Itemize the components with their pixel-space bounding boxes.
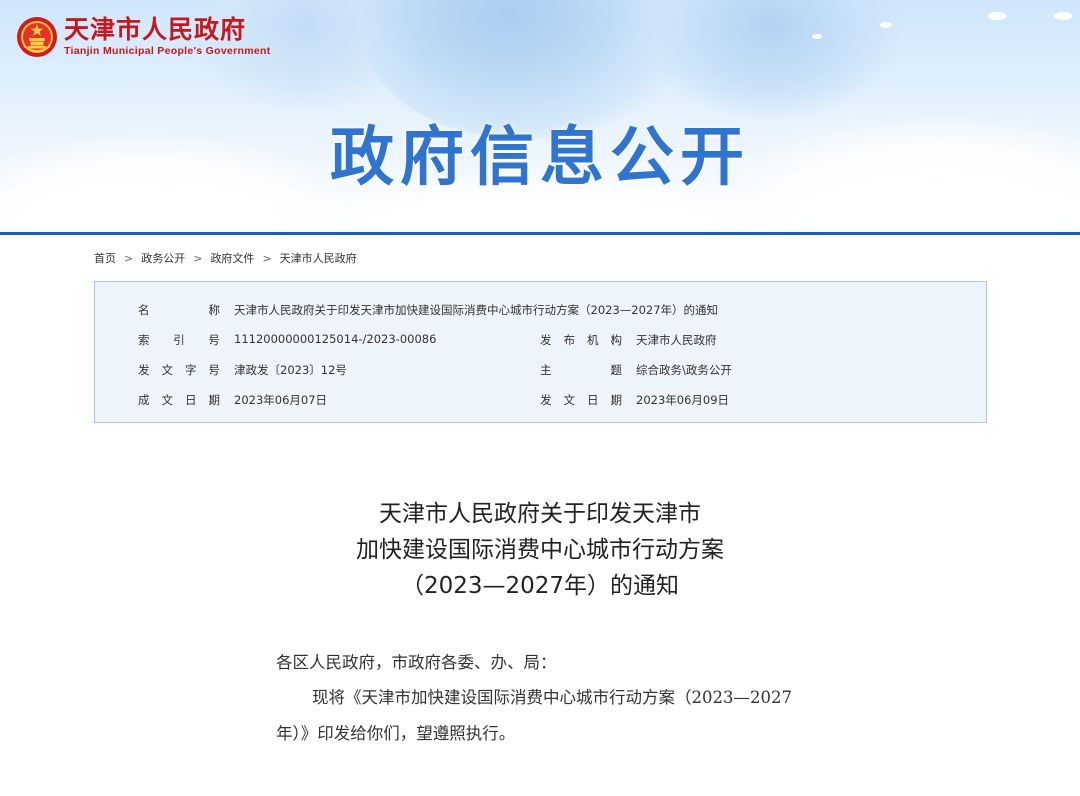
breadcrumb-separator: > bbox=[193, 251, 203, 265]
document-title-line: 天津市人民政府关于印发天津市 bbox=[379, 501, 701, 527]
info-colon: ： bbox=[208, 303, 220, 317]
document-paragraph: 现将《天津市加快建设国际消费中心城市行动方案（2023—2027年）》印发给你们… bbox=[276, 688, 792, 743]
document-info-table: 名称 ： 天津市人民政府关于印发天津市加快建设国际消费中心城市行动方案（2023… bbox=[94, 281, 987, 423]
dove-icon bbox=[812, 34, 822, 39]
info-value-name: 天津市人民政府关于印发天津市加快建设国际消费中心城市行动方案（2023—2027… bbox=[234, 303, 719, 317]
info-row-name: 名称 ： 天津市人民政府关于印发天津市加快建设国际消费中心城市行动方案（2023… bbox=[95, 302, 986, 322]
info-value-created: 2023年06月07日 bbox=[234, 393, 328, 407]
info-colon: ： bbox=[610, 333, 622, 347]
banner-decoration bbox=[640, 0, 900, 120]
dove-icon bbox=[880, 22, 892, 28]
document-title-line: （2023—2027年）的通知 bbox=[400, 573, 680, 599]
info-row-dates: 成文日期 ： 2023年06月07日 发文日期 ： 2023年06月09日 bbox=[95, 392, 986, 412]
info-row-index: 索引号 ： 11120000000125014-/2023-00086 发布机构… bbox=[95, 332, 986, 352]
national-emblem-icon bbox=[17, 17, 57, 57]
info-colon: ： bbox=[610, 363, 622, 377]
document-title-line: 加快建设国际消费中心城市行动方案 bbox=[356, 537, 724, 563]
header-divider bbox=[0, 232, 1080, 235]
breadcrumb-separator: > bbox=[124, 251, 134, 265]
dove-icon bbox=[1054, 12, 1072, 20]
dove-icon bbox=[988, 12, 1006, 20]
breadcrumb-separator: > bbox=[262, 251, 272, 265]
document-salutation: 各区人民政府，市政府各委、办、局： bbox=[276, 653, 557, 672]
info-row-docno: 发文字号 ： 津政发〔2023〕12号 主题 ： 综合政务\政务公开 bbox=[95, 362, 986, 382]
info-colon: ： bbox=[208, 363, 220, 377]
breadcrumb: 首页 > 政务公开 > 政府文件 > 天津市人民政府 bbox=[94, 250, 357, 266]
banner-title: 政府信息公开 bbox=[330, 121, 750, 195]
info-colon: ： bbox=[208, 333, 220, 347]
site-logo[interactable]: 天津市人民政府 Tianjin Municipal People's Gover… bbox=[16, 16, 271, 58]
info-value-published: 2023年06月09日 bbox=[636, 393, 730, 407]
breadcrumb-gov-affairs[interactable]: 政务公开 bbox=[141, 250, 185, 266]
info-colon: ： bbox=[610, 393, 622, 407]
breadcrumb-current[interactable]: 天津市人民政府 bbox=[280, 250, 357, 266]
logo-title-cn: 天津市人民政府 bbox=[64, 15, 247, 44]
info-value-publisher: 天津市人民政府 bbox=[636, 333, 717, 347]
info-value-docno: 津政发〔2023〕12号 bbox=[234, 363, 347, 377]
info-colon: ： bbox=[208, 393, 220, 407]
info-value-index: 11120000000125014-/2023-00086 bbox=[234, 332, 437, 346]
document-title: 天津市人民政府关于印发天津市 加快建设国际消费中心城市行动方案 （2023—20… bbox=[0, 496, 1080, 604]
breadcrumb-home[interactable]: 首页 bbox=[94, 250, 116, 266]
document-body: 各区人民政府，市政府各委、办、局： 现将《天津市加快建设国际消费中心城市行动方案… bbox=[276, 646, 816, 752]
logo-title-en: Tianjin Municipal People's Government bbox=[64, 45, 271, 57]
breadcrumb-gov-documents[interactable]: 政府文件 bbox=[210, 250, 254, 266]
header-banner: 天津市人民政府 Tianjin Municipal People's Gover… bbox=[0, 0, 1080, 232]
info-value-topic: 综合政务\政务公开 bbox=[636, 363, 732, 377]
